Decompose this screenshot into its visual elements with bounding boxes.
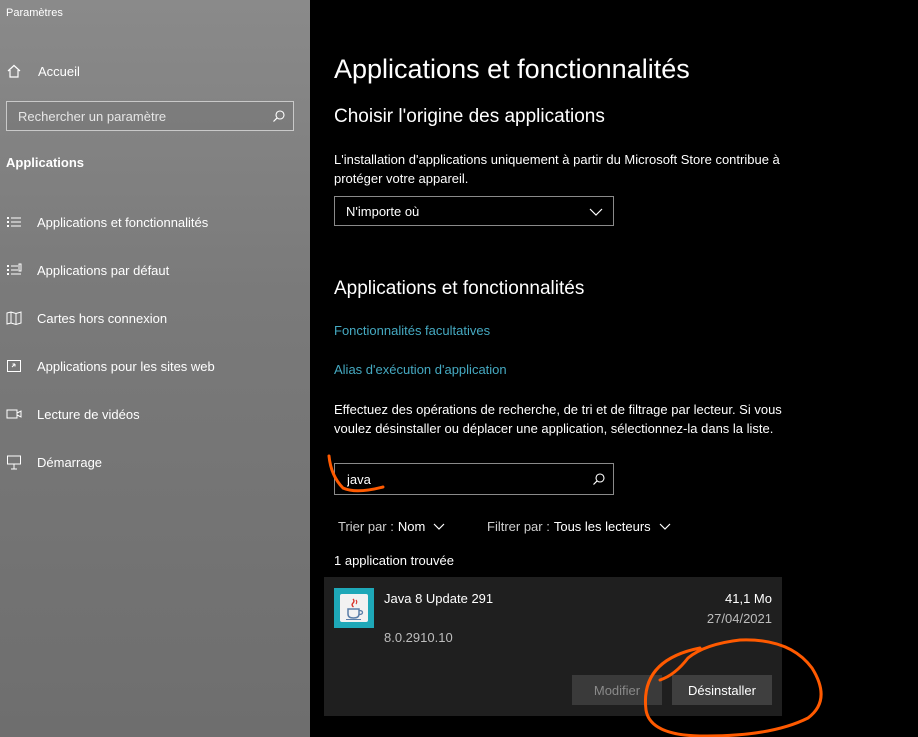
app-origin-dropdown[interactable]: N'importe où: [334, 196, 614, 226]
chevron-down-icon: [659, 523, 671, 530]
app-search-input[interactable]: [347, 471, 585, 487]
apps-features-icon: [6, 214, 22, 230]
settings-search-input[interactable]: [18, 108, 265, 124]
result-count: 1 application trouvée: [334, 553, 454, 568]
apps-heading: Applications et fonctionnalités: [334, 278, 585, 299]
sidebar-item-apps-websites[interactable]: Applications pour les sites web: [6, 356, 215, 376]
home-nav-item[interactable]: Accueil: [6, 62, 80, 80]
apps-websites-icon: [6, 358, 22, 374]
origin-description: L'installation d'applications uniquement…: [334, 152, 780, 186]
origin-heading: Choisir l'origine des applications: [334, 106, 605, 127]
sort-by-dropdown[interactable]: Trier par : Nom: [338, 517, 445, 535]
search-icon[interactable]: [585, 472, 613, 486]
sidebar-item-label: Cartes hors connexion: [37, 310, 168, 326]
sort-label: Trier par :: [338, 518, 394, 534]
home-icon: [6, 63, 22, 79]
filter-label: Filtrer par :: [487, 518, 550, 534]
filter-by-dropdown[interactable]: Filtrer par : Tous les lecteurs: [487, 517, 671, 535]
sidebar: Paramètres Accueil Applications Applicat…: [0, 0, 310, 737]
modify-button[interactable]: Modifier: [572, 675, 662, 705]
startup-icon: [6, 454, 22, 470]
sidebar-item-label: Applications et fonctionnalités: [37, 214, 209, 230]
settings-search-box[interactable]: [6, 101, 294, 131]
apps-description: Effectuez des opérations de recherche, d…: [334, 402, 782, 436]
default-apps-icon: [6, 262, 22, 278]
sidebar-item-label: Applications pour les sites web: [37, 358, 215, 374]
window-title: Paramètres: [6, 7, 63, 19]
app-search-box[interactable]: [334, 463, 614, 495]
offline-maps-icon: [6, 310, 22, 326]
chevron-down-icon: [433, 523, 445, 530]
sidebar-item-label: Démarrage: [37, 454, 103, 470]
app-install-date: 27/04/2021: [706, 611, 772, 626]
section-title: Applications: [6, 155, 85, 170]
sidebar-item-label: Lecture de vidéos: [37, 406, 140, 422]
main-content: Applications et fonctionnalités Choisir …: [310, 0, 918, 737]
home-label: Accueil: [38, 63, 80, 79]
app-size: 41,1 Mo: [725, 591, 772, 606]
sidebar-item-label: Applications par défaut: [37, 262, 170, 278]
sidebar-item-startup[interactable]: Démarrage: [6, 452, 102, 472]
dropdown-value: N'importe où: [346, 203, 420, 219]
page-title: Applications et fonctionnalités: [334, 54, 690, 84]
filter-value: Tous les lecteurs: [553, 518, 651, 534]
java-icon: [334, 588, 374, 628]
sidebar-item-default-apps[interactable]: Applications par défaut: [6, 260, 169, 280]
sidebar-item-video-playback[interactable]: Lecture de vidéos: [6, 404, 140, 424]
sort-value: Nom: [397, 518, 426, 534]
uninstall-button[interactable]: Désinstaller: [672, 675, 772, 705]
sidebar-item-apps-features[interactable]: Applications et fonctionnalités: [6, 212, 208, 232]
app-version: 8.0.2910.10: [384, 630, 453, 645]
sidebar-item-offline-maps[interactable]: Cartes hors connexion: [6, 308, 167, 328]
video-playback-icon: [6, 406, 22, 422]
search-icon[interactable]: [265, 109, 293, 123]
chevron-down-icon: [589, 204, 603, 219]
optional-features-link[interactable]: Fonctionnalités facultatives: [334, 323, 490, 338]
app-name: Java 8 Update 291: [384, 591, 494, 606]
app-list-item[interactable]: Java 8 Update 291 41,1 Mo 27/04/2021 8.0…: [324, 577, 782, 716]
app-execution-alias-link[interactable]: Alias d'exécution d'application: [334, 362, 507, 377]
